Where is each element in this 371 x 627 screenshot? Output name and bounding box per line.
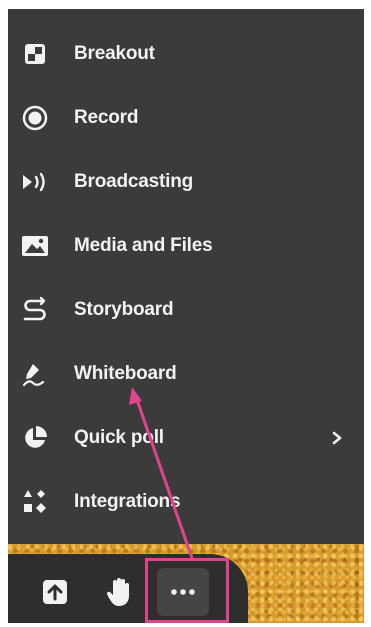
- menu-item-media-and-files[interactable]: Media and Files: [8, 217, 364, 275]
- image-icon: [20, 231, 50, 261]
- menu-item-label: Storyboard: [74, 299, 174, 320]
- breakout-icon: [20, 39, 50, 69]
- menu-item-label: Media and Files: [74, 235, 213, 256]
- menu-item-storyboard[interactable]: Storyboard: [8, 281, 364, 339]
- pen-icon: [20, 359, 50, 389]
- share-screen-button[interactable]: [38, 577, 72, 611]
- app-frame: Breakout Record Broadcasting Media and F…: [8, 9, 364, 623]
- menu-item-quick-poll[interactable]: Quick poll: [8, 409, 364, 467]
- pie-chart-icon: [20, 423, 50, 453]
- ellipsis-icon: [170, 583, 196, 601]
- menu-item-label: Whiteboard: [74, 363, 177, 384]
- upload-icon: [41, 578, 69, 611]
- more-options-button[interactable]: [157, 568, 209, 616]
- chevron-right-icon: [330, 428, 344, 448]
- shapes-icon: [20, 487, 50, 517]
- menu-item-integrations[interactable]: Integrations: [8, 473, 364, 531]
- menu-item-label: Broadcasting: [74, 171, 194, 192]
- record-icon: [20, 103, 50, 133]
- menu-item-label: Record: [74, 107, 139, 128]
- menu-item-broadcasting[interactable]: Broadcasting: [8, 153, 364, 211]
- more-options-menu: Breakout Record Broadcasting Media and F…: [8, 9, 364, 544]
- menu-item-label: Integrations: [74, 491, 181, 512]
- menu-item-breakout[interactable]: Breakout: [8, 25, 364, 83]
- raise-hand-button[interactable]: [102, 575, 136, 613]
- menu-item-label: Breakout: [74, 43, 155, 64]
- storyboard-icon: [20, 295, 50, 325]
- menu-item-label: Quick poll: [74, 427, 164, 448]
- menu-item-record[interactable]: Record: [8, 89, 364, 147]
- menu-item-whiteboard[interactable]: Whiteboard: [8, 345, 364, 403]
- broadcast-icon: [20, 167, 50, 197]
- hand-icon: [105, 576, 133, 613]
